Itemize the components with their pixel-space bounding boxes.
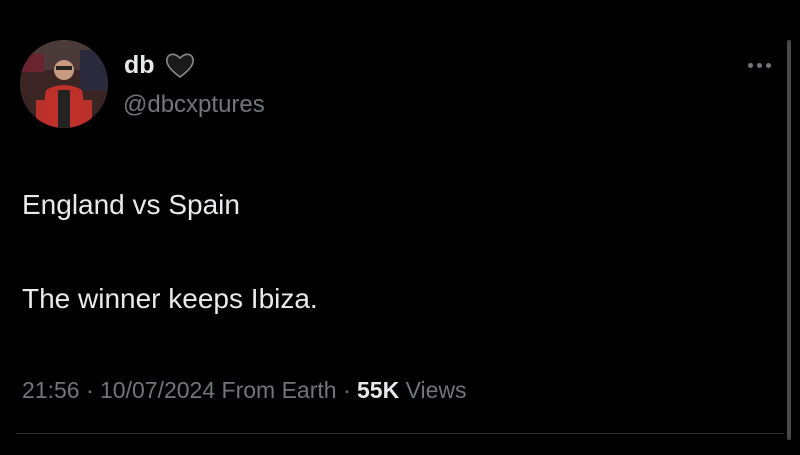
author-name-row: db xyxy=(124,50,195,80)
tweet-time[interactable]: 21:56 xyxy=(22,377,80,403)
profile-photo-icon xyxy=(20,40,108,128)
tweet-text-line-2: The winner keeps Ibiza. xyxy=(22,283,318,314)
scrollbar[interactable] xyxy=(787,40,791,440)
views-count: 55K xyxy=(357,377,400,403)
avatar[interactable] xyxy=(20,40,108,128)
black-heart-icon xyxy=(165,51,195,79)
tweet-source: From Earth xyxy=(221,377,337,403)
tweet-date[interactable]: 10/07/2024 xyxy=(100,377,215,403)
separator: · xyxy=(85,377,94,403)
tweet-card: db @dbcxptures England vs Spain The winn… xyxy=(0,0,800,455)
separator: · xyxy=(342,377,351,403)
tweet-text-line-1: England vs Spain xyxy=(22,189,240,220)
user-handle[interactable]: @dbcxptures xyxy=(123,90,265,120)
divider xyxy=(16,433,784,434)
display-name[interactable]: db xyxy=(124,50,155,80)
tweet-metadata: 21:56 · 10/07/2024 From Earth · 55K View… xyxy=(22,375,467,405)
views-label: Views xyxy=(405,377,467,403)
more-options-icon[interactable] xyxy=(748,58,778,72)
